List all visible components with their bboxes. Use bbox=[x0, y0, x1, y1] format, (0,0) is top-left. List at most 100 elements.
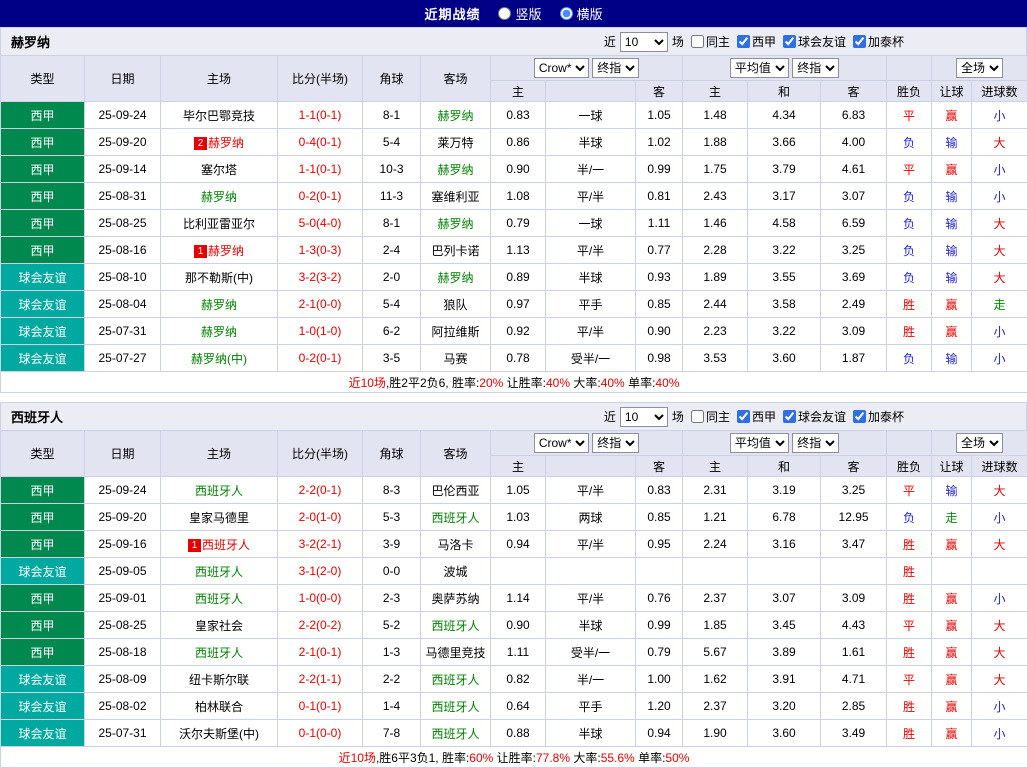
stage-select[interactable]: 终指 bbox=[592, 433, 639, 453]
odds-cell: 平/半 bbox=[546, 318, 636, 345]
away-team-name[interactable]: 赫罗纳 bbox=[437, 217, 473, 231]
result-cell: 负 bbox=[887, 237, 932, 264]
away-team-name[interactable]: 西班牙人 bbox=[431, 511, 479, 525]
corners-cell: 3-5 bbox=[363, 345, 421, 372]
competition-cell: 西甲 bbox=[1, 504, 85, 531]
date-cell: 25-08-02 bbox=[85, 693, 161, 720]
odds-cell: 4.61 bbox=[821, 156, 887, 183]
odds-cell: 2.43 bbox=[683, 183, 748, 210]
away-team-name[interactable]: 波城 bbox=[443, 565, 467, 579]
result-cell: 大 bbox=[972, 477, 1027, 504]
home-team-name[interactable]: 赫罗纳(中) bbox=[191, 352, 247, 366]
filter-checkbox-input[interactable] bbox=[737, 410, 750, 423]
result-cell: 大 bbox=[972, 264, 1027, 291]
away-team-name[interactable]: 莱万特 bbox=[437, 136, 473, 150]
home-team-name[interactable]: 赫罗纳 bbox=[201, 298, 237, 312]
scope-select[interactable]: 全场 bbox=[956, 58, 1003, 78]
layout-radio-horizontal[interactable]: 横版 bbox=[560, 4, 603, 23]
home-team-name[interactable]: 西班牙人 bbox=[195, 565, 243, 579]
stage-select-2[interactable]: 终指 bbox=[792, 433, 839, 453]
summary-segment: 40% bbox=[655, 376, 679, 390]
home-team-name[interactable]: 赫罗纳 bbox=[208, 136, 244, 150]
horizontal-radio-input[interactable] bbox=[560, 7, 573, 20]
filter-checkbox[interactable]: 西甲 bbox=[737, 408, 776, 425]
filter-checkbox[interactable]: 同主 bbox=[691, 408, 730, 425]
odds-cell: 1.21 bbox=[683, 504, 748, 531]
vertical-radio-input[interactable] bbox=[498, 7, 511, 20]
home-team-name[interactable]: 沃尔夫斯堡(中) bbox=[179, 727, 259, 741]
home-team-name[interactable]: 赫罗纳 bbox=[201, 325, 237, 339]
home-team-name[interactable]: 皇家马德里 bbox=[189, 511, 249, 525]
bookmaker-select[interactable]: Crow* bbox=[534, 58, 589, 78]
away-team-name[interactable]: 巴列卡诺 bbox=[431, 244, 479, 258]
home-team-name[interactable]: 纽卡斯尔联 bbox=[189, 673, 249, 687]
average-select[interactable]: 平均值 bbox=[730, 433, 789, 453]
scope-select[interactable]: 全场 bbox=[956, 433, 1003, 453]
filter-checkbox-input[interactable] bbox=[853, 410, 866, 423]
result-cell: 赢 bbox=[932, 531, 972, 558]
result-cell: 平 bbox=[887, 156, 932, 183]
competition-cell: 西甲 bbox=[1, 129, 85, 156]
odds-cell: 1.11 bbox=[636, 210, 683, 237]
away-team-name[interactable]: 马赛 bbox=[443, 352, 467, 366]
away-team-cell: 赫罗纳 bbox=[421, 264, 491, 291]
away-team-name[interactable]: 西班牙人 bbox=[431, 700, 479, 714]
home-team-name[interactable]: 比利亚雷亚尔 bbox=[183, 217, 255, 231]
filter-checkbox[interactable]: 同主 bbox=[691, 33, 730, 50]
match-row: 西甲25-09-161西班牙人3-2(2-1)3-9马洛卡0.94平/半0.95… bbox=[1, 531, 1027, 558]
away-team-name[interactable]: 西班牙人 bbox=[431, 727, 479, 741]
away-team-name[interactable]: 奥萨苏纳 bbox=[431, 592, 479, 606]
filter-checkbox[interactable]: 球会友谊 bbox=[783, 33, 846, 50]
away-team-name[interactable]: 马洛卡 bbox=[437, 538, 473, 552]
odds-cell: 3.47 bbox=[821, 531, 887, 558]
home-team-name[interactable]: 西班牙人 bbox=[195, 646, 243, 660]
filter-checkbox-input[interactable] bbox=[783, 410, 796, 423]
home-team-name[interactable]: 皇家社会 bbox=[195, 619, 243, 633]
home-team-name[interactable]: 柏林联合 bbox=[195, 700, 243, 714]
away-team-name[interactable]: 阿拉维斯 bbox=[431, 325, 479, 339]
match-count-select[interactable]: 10 bbox=[620, 407, 668, 427]
match-count-select[interactable]: 10 bbox=[620, 32, 668, 52]
filter-checkbox[interactable]: 加泰杯 bbox=[853, 33, 904, 50]
away-team-name[interactable]: 西班牙人 bbox=[431, 619, 479, 633]
stage-select-2[interactable]: 终指 bbox=[792, 58, 839, 78]
home-team-name[interactable]: 那不勒斯(中) bbox=[185, 271, 253, 285]
filter-checkbox-input[interactable] bbox=[783, 35, 796, 48]
filter-checkbox[interactable]: 加泰杯 bbox=[853, 408, 904, 425]
home-team-name[interactable]: 赫罗纳 bbox=[208, 244, 244, 258]
home-team-name[interactable]: 赫罗纳 bbox=[201, 190, 237, 204]
summary-row: 近10场,胜2平2负6, 胜率:20% 让胜率:40% 大率:40% 单率:40… bbox=[1, 372, 1027, 393]
away-team-name[interactable]: 赫罗纳 bbox=[437, 109, 473, 123]
layout-radio-vertical[interactable]: 竖版 bbox=[498, 4, 541, 23]
filter-checkbox[interactable]: 球会友谊 bbox=[783, 408, 846, 425]
filter-checkbox[interactable]: 西甲 bbox=[737, 33, 776, 50]
filter-checkbox-input[interactable] bbox=[853, 35, 866, 48]
filter-checkbox-input[interactable] bbox=[691, 35, 704, 48]
home-team-name[interactable]: 西班牙人 bbox=[195, 484, 243, 498]
result-cell: 大 bbox=[972, 612, 1027, 639]
odds-cell: 1.62 bbox=[683, 666, 748, 693]
away-team-name[interactable]: 马德里竞技 bbox=[425, 646, 485, 660]
average-select[interactable]: 平均值 bbox=[730, 58, 789, 78]
filter-checkbox-input[interactable] bbox=[691, 410, 704, 423]
stage-select[interactable]: 终指 bbox=[592, 58, 639, 78]
match-row: 西甲25-08-18西班牙人2-1(0-1)1-3马德里竞技1.11受半/一0.… bbox=[1, 639, 1027, 666]
away-team-name[interactable]: 赫罗纳 bbox=[437, 163, 473, 177]
away-team-name[interactable]: 狼队 bbox=[443, 298, 467, 312]
match-row: 球会友谊25-07-31赫罗纳1-0(1-0)6-2阿拉维斯0.92平/半0.9… bbox=[1, 318, 1027, 345]
away-team-name[interactable]: 塞维利亚 bbox=[431, 190, 479, 204]
away-team-name[interactable]: 巴伦西亚 bbox=[431, 484, 479, 498]
odds-cell: 3.07 bbox=[821, 183, 887, 210]
odds-cell: 2.24 bbox=[683, 531, 748, 558]
away-team-cell: 赫罗纳 bbox=[421, 210, 491, 237]
home-team-name[interactable]: 塞尔塔 bbox=[201, 163, 237, 177]
bookmaker-select[interactable]: Crow* bbox=[534, 433, 589, 453]
home-team-name[interactable]: 毕尔巴鄂竞技 bbox=[183, 109, 255, 123]
away-team-name[interactable]: 西班牙人 bbox=[431, 673, 479, 687]
filter-checkbox-input[interactable] bbox=[737, 35, 750, 48]
home-team-name[interactable]: 西班牙人 bbox=[195, 592, 243, 606]
result-cell: 输 bbox=[932, 129, 972, 156]
home-team-name[interactable]: 西班牙人 bbox=[202, 538, 250, 552]
odds-cell: 0.79 bbox=[491, 210, 546, 237]
away-team-name[interactable]: 赫罗纳 bbox=[437, 271, 473, 285]
